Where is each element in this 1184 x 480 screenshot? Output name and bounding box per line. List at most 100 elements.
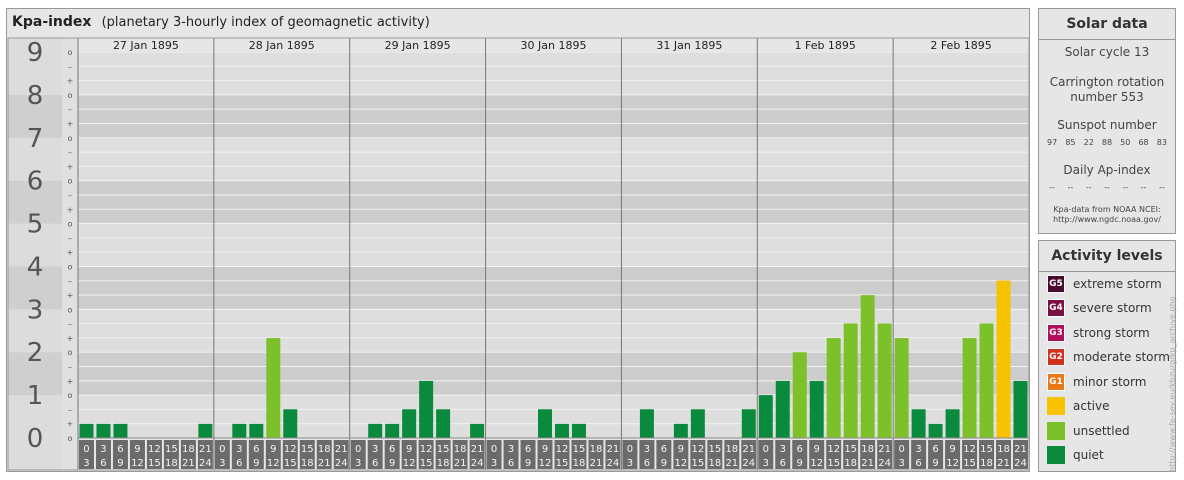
minor-tick-label: o — [68, 220, 73, 229]
kp-band — [78, 52, 1029, 95]
sunspot-value: 22 — [1083, 138, 1094, 147]
level-label: active — [1073, 399, 1110, 413]
interval-end-label: 24 — [878, 458, 891, 469]
level-unsettled: unsettled — [1047, 421, 1130, 441]
interval-start-label: 0 — [763, 444, 769, 455]
day-label: 28 Jan 1895 — [249, 39, 315, 52]
interval-end-label: 18 — [301, 458, 314, 469]
interval-start-label: 12 — [691, 444, 704, 455]
minor-tick-label: – — [68, 363, 72, 372]
kp-bar — [996, 280, 1011, 438]
kp-bar — [979, 323, 994, 438]
level-active: active — [1047, 396, 1109, 416]
interval-start-label: 21 — [335, 444, 348, 455]
interval-start-label: 18 — [725, 444, 738, 455]
kp-bar — [96, 423, 111, 438]
interval-end-label: 21 — [318, 458, 331, 469]
interval-start-label: 0 — [491, 444, 497, 455]
interval-end-label: 21 — [861, 458, 874, 469]
day-label: 31 Jan 1895 — [656, 39, 722, 52]
day-label: 29 Jan 1895 — [385, 39, 451, 52]
interval-end-label: 6 — [100, 458, 106, 469]
day-label: 1 Feb 1895 — [794, 39, 855, 52]
day-label: 2 Feb 1895 — [930, 39, 991, 52]
interval-end-label: 12 — [403, 458, 416, 469]
interval-start-label: 18 — [454, 444, 467, 455]
interval-end-label: 21 — [454, 458, 467, 469]
kp-bar — [436, 409, 451, 438]
level-minor-storm: G1 minor storm — [1047, 372, 1146, 392]
y-tick-label: 2 — [27, 338, 44, 368]
kp-bar — [826, 338, 841, 438]
kp-bar — [758, 395, 773, 438]
level-label: unsettled — [1073, 424, 1130, 438]
minor-tick-label: – — [68, 234, 72, 243]
interval-end-label: 3 — [491, 458, 497, 469]
interval-start-label: 6 — [932, 444, 938, 455]
kp-bar — [639, 409, 654, 438]
interval-end-label: 24 — [607, 458, 620, 469]
minor-tick-label: – — [68, 105, 72, 114]
minor-tick-label: o — [68, 391, 73, 400]
ap-value: -- — [1104, 183, 1110, 192]
kp-bar — [911, 409, 926, 438]
interval-end-label: 9 — [797, 458, 803, 469]
interval-end-label: 24 — [199, 458, 212, 469]
y-tick-label: 7 — [27, 124, 44, 154]
interval-end-label: 24 — [1014, 458, 1027, 469]
sunspot-value: 68 — [1138, 138, 1149, 147]
level-extreme-storm: G5 extreme storm — [1047, 274, 1162, 294]
interval-end-label: 21 — [725, 458, 738, 469]
unsettled-swatch — [1047, 422, 1065, 440]
interval-end-label: 18 — [980, 458, 993, 469]
interval-start-label: 3 — [644, 444, 650, 455]
g4-badge: G4 — [1047, 299, 1065, 317]
day-label: 30 Jan 1895 — [521, 39, 587, 52]
y-tick-label: 9 — [27, 38, 44, 68]
interval-start-label: 18 — [861, 444, 874, 455]
interval-end-label: 21 — [182, 458, 195, 469]
minor-tick-label: + — [67, 291, 74, 300]
ap-value: -- — [1122, 183, 1129, 192]
interval-end-label: 9 — [932, 458, 938, 469]
g1-badge: G1 — [1047, 373, 1065, 391]
minor-tick-label: – — [68, 405, 72, 414]
interval-start-label: 0 — [898, 444, 904, 455]
interval-end-label: 3 — [219, 458, 225, 469]
level-label: extreme storm — [1073, 277, 1162, 291]
level-label: minor storm — [1073, 375, 1147, 389]
kp-bar — [232, 423, 247, 438]
kpa-bar-chart: 27 Jan 1895 28 Jan 1895 29 Jan 1895 30 Jan … — [7, 37, 1030, 471]
interval-start-label: 0 — [355, 444, 361, 455]
interval-start-label: 21 — [742, 444, 755, 455]
g5-badge: G5 — [1047, 275, 1065, 293]
interval-end-label: 6 — [508, 458, 514, 469]
y-tick-label: 6 — [27, 167, 44, 197]
kp-bar — [673, 423, 688, 438]
minor-tick-label: + — [67, 377, 74, 386]
active-swatch — [1047, 397, 1065, 415]
minor-tick-label: + — [67, 334, 74, 343]
kp-bar — [775, 380, 790, 438]
kp-bar — [538, 409, 552, 438]
kp-bar — [419, 380, 434, 438]
kp-band — [78, 137, 1029, 181]
y-tick-label: 8 — [27, 81, 44, 111]
interval-start-label: 18 — [997, 444, 1010, 455]
interval-end-label: 21 — [590, 458, 603, 469]
interval-start-label: 15 — [437, 444, 450, 455]
minor-tick-label: – — [68, 148, 72, 157]
kp-bar — [79, 423, 94, 438]
interval-start-label: 9 — [814, 444, 820, 455]
carrington-rotation-line2: number 553 — [1070, 90, 1144, 104]
interval-start-label: 21 — [471, 444, 484, 455]
interval-end-label: 9 — [389, 458, 395, 469]
kp-bar — [266, 338, 281, 438]
minor-tick-label: o — [68, 305, 73, 314]
kp-bar — [894, 338, 909, 438]
sunspot-value: 88 — [1101, 138, 1113, 147]
data-source-link[interactable]: http://www.ngdc.noaa.gov/ — [1039, 215, 1175, 224]
ap-value: -- — [1140, 183, 1147, 192]
interval-start-label: 9 — [949, 444, 955, 455]
interval-end-label: 18 — [437, 458, 450, 469]
